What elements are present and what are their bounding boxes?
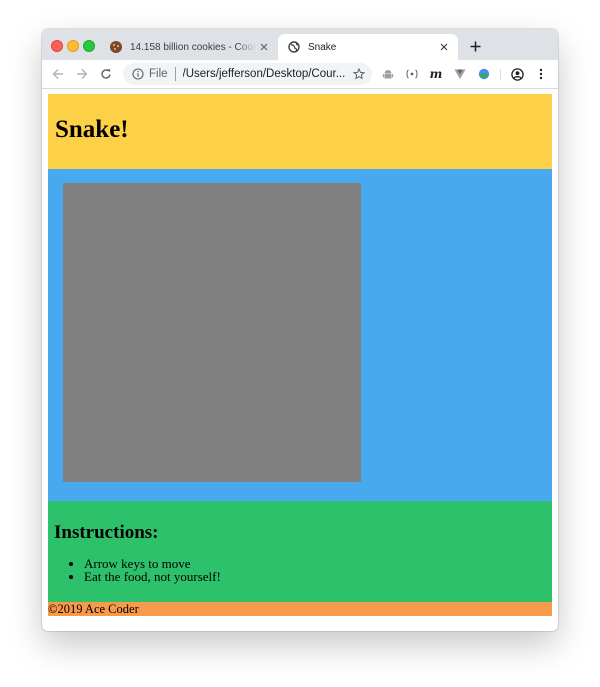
reload-icon[interactable] — [98, 66, 114, 82]
page-title: Snake! — [55, 116, 129, 143]
window-close-button[interactable] — [51, 40, 63, 52]
scheme-label: File — [149, 68, 168, 80]
browser-toolbar: File /Users/jefferson/Desktop/Cour... m — [42, 60, 558, 89]
address-bar[interactable]: File /Users/jefferson/Desktop/Cour... — [123, 63, 372, 85]
m-extension-icon[interactable]: m — [428, 66, 444, 82]
forward-icon[interactable] — [74, 66, 90, 82]
android-extension-icon[interactable] — [380, 66, 396, 82]
page-header: Snake! — [48, 94, 552, 169]
menu-icon[interactable] — [533, 66, 549, 82]
window-maximize-button[interactable] — [83, 40, 95, 52]
back-icon[interactable] — [50, 66, 66, 82]
tab-strip: 14.158 billion cookies - Cookie Clicker … — [42, 29, 558, 60]
code-extension-icon[interactable] — [404, 66, 420, 82]
url-text: /Users/jefferson/Desktop/Cour... — [182, 68, 346, 80]
close-icon[interactable] — [256, 39, 272, 55]
info-icon[interactable] — [132, 68, 144, 80]
game-board[interactable] — [63, 183, 361, 482]
window-minimize-button[interactable] — [67, 40, 79, 52]
globe-extension-icon[interactable] — [476, 66, 492, 82]
tab-snake[interactable]: Snake — [278, 34, 458, 60]
new-tab-button[interactable] — [466, 37, 484, 55]
page-content: Snake! Instructions: Arrow keys to move … — [48, 94, 552, 616]
divider — [500, 69, 501, 80]
vue-devtools-icon[interactable] — [452, 66, 468, 82]
bookmark-star-icon[interactable] — [351, 66, 367, 82]
globe-icon — [288, 41, 300, 53]
close-icon[interactable] — [436, 39, 452, 55]
instructions-list: Arrow keys to move Eat the food, not you… — [66, 557, 221, 583]
divider — [174, 67, 176, 81]
instructions-section: Instructions: Arrow keys to move Eat the… — [48, 501, 552, 602]
tab-title: 14.158 billion cookies - Cookie Clicker — [130, 41, 256, 53]
page-footer: ©2019 Ace Coder — [48, 602, 552, 616]
game-area — [48, 169, 552, 501]
profile-icon[interactable] — [509, 66, 525, 82]
list-item: Eat the food, not yourself! — [84, 570, 221, 583]
tab-title: Snake — [308, 41, 337, 53]
browser-window: 14.158 billion cookies - Cookie Clicker … — [42, 29, 558, 631]
instructions-heading: Instructions: — [54, 522, 159, 543]
tab-cookie-clicker[interactable]: 14.158 billion cookies - Cookie Clicker — [102, 34, 278, 60]
cookie-icon — [110, 41, 122, 53]
